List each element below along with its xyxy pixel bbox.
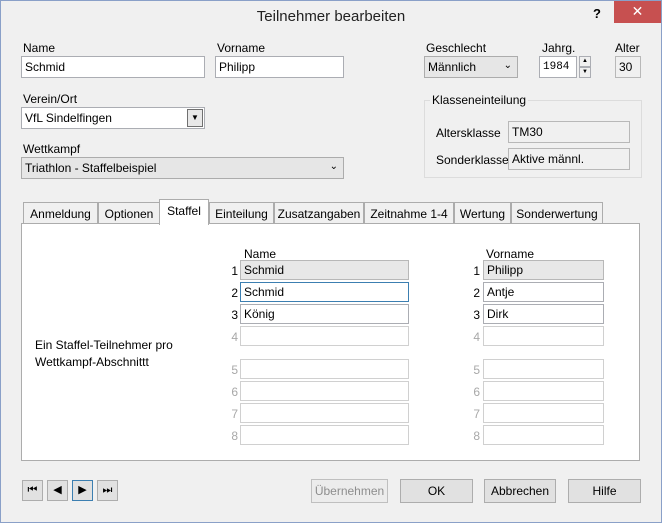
ok-button[interactable]: OK bbox=[400, 479, 473, 503]
verein-value: VfL Sindelfingen bbox=[25, 111, 112, 125]
row-number: 3 bbox=[473, 308, 480, 322]
alter-value: 30 bbox=[615, 56, 641, 78]
row-number: 5 bbox=[473, 363, 480, 377]
tab-sonderwertung[interactable]: Sonderwertung bbox=[511, 202, 603, 224]
altersklasse-value: TM30 bbox=[508, 121, 630, 143]
sonderklasse-value: Aktive männl. bbox=[508, 148, 630, 170]
tab-einteilung[interactable]: Einteilung bbox=[209, 202, 274, 224]
staffel-name-field[interactable] bbox=[240, 359, 409, 379]
abbrechen-button[interactable]: Abbrechen bbox=[484, 479, 556, 503]
dropdown-arrow-icon[interactable]: ▼ bbox=[187, 109, 203, 127]
row-number: 7 bbox=[473, 407, 480, 421]
hilfe-button[interactable]: Hilfe bbox=[568, 479, 641, 503]
vorname-label: Vorname bbox=[217, 41, 266, 55]
wettkampf-value: Triathlon - Staffelbeispiel bbox=[25, 161, 157, 175]
staffel-vorname-field[interactable] bbox=[483, 381, 604, 401]
staffel-vorname-header: Vorname bbox=[486, 247, 535, 261]
verein-label: Verein/Ort bbox=[23, 92, 78, 106]
staffel-name-field[interactable]: König bbox=[240, 304, 409, 324]
uebernehmen-button[interactable]: Übernehmen bbox=[311, 479, 388, 503]
staffel-vorname-field[interactable]: Dirk bbox=[483, 304, 604, 324]
tab-wertung[interactable]: Wertung bbox=[454, 202, 511, 224]
next-record-icon[interactable]: ▶ bbox=[72, 480, 93, 501]
first-record-icon[interactable]: ⏮ bbox=[22, 480, 43, 501]
staffel-description-line1: Ein Staffel-Teilnehmer pro bbox=[35, 338, 173, 352]
help-icon[interactable]: ? bbox=[587, 5, 607, 25]
row-number: 4 bbox=[231, 330, 238, 344]
staffel-vorname-field[interactable] bbox=[483, 403, 604, 423]
previous-record-icon[interactable]: ◀ bbox=[47, 480, 68, 501]
staffel-name-field: Schmid bbox=[240, 260, 409, 280]
row-number: 2 bbox=[473, 286, 480, 300]
staffel-name-field[interactable] bbox=[240, 425, 409, 445]
jahrg-input[interactable]: 1984 bbox=[539, 56, 577, 78]
row-number: 1 bbox=[231, 264, 238, 278]
wettkampf-select[interactable]: Triathlon - Staffelbeispiel ⌄ bbox=[21, 157, 344, 179]
klasseneinteilung-title: Klasseneinteilung bbox=[430, 93, 529, 107]
row-number: 8 bbox=[231, 429, 238, 443]
sonderklasse-label: Sonderklasse bbox=[436, 153, 509, 167]
staffel-panel: Ein Staffel-Teilnehmer pro Wettkampf-Abs… bbox=[21, 223, 640, 461]
staffel-vorname-field[interactable] bbox=[483, 425, 604, 445]
row-number: 8 bbox=[473, 429, 480, 443]
chevron-down-icon: ⌄ bbox=[503, 60, 512, 71]
staffel-name-header: Name bbox=[244, 247, 277, 261]
staffel-vorname-field[interactable] bbox=[483, 326, 604, 346]
staffel-vorname-field[interactable]: Antje bbox=[483, 282, 604, 302]
dialog-window: Teilnehmer bearbeiten ? ✕ Name Schmid Vo… bbox=[0, 0, 662, 523]
row-number: 5 bbox=[231, 363, 238, 377]
row-number: 2 bbox=[231, 286, 238, 300]
staffel-name-field[interactable] bbox=[240, 403, 409, 423]
chevron-down-icon: ⌄ bbox=[329, 161, 338, 172]
tab-zusatzangaben[interactable]: Zusatzangaben bbox=[274, 202, 364, 224]
alter-label: Alter bbox=[615, 41, 640, 55]
verein-select[interactable]: VfL Sindelfingen ▼ bbox=[21, 107, 205, 129]
staffel-vorname-field: Philipp bbox=[483, 260, 604, 280]
tab-anmeldung[interactable]: Anmeldung bbox=[23, 202, 98, 224]
staffel-description-line2: Wettkampf-Abschnittt bbox=[35, 355, 149, 369]
last-record-icon[interactable]: ⏭ bbox=[97, 480, 118, 501]
wettkampf-label: Wettkampf bbox=[23, 142, 81, 156]
name-label: Name bbox=[23, 41, 56, 55]
geschlecht-select[interactable]: Männlich ⌄ bbox=[424, 56, 518, 78]
geschlecht-label: Geschlecht bbox=[426, 41, 487, 55]
tab-optionen[interactable]: Optionen bbox=[98, 202, 160, 224]
spin-down-icon[interactable]: ▼ bbox=[579, 67, 591, 78]
vorname-input[interactable]: Philipp bbox=[215, 56, 344, 78]
staffel-name-field[interactable] bbox=[240, 381, 409, 401]
row-number: 6 bbox=[473, 385, 480, 399]
geschlecht-value: Männlich bbox=[428, 60, 477, 74]
row-number: 1 bbox=[473, 264, 480, 278]
jahrg-label: Jahrg. bbox=[542, 41, 576, 55]
title-bar[interactable]: Teilnehmer bearbeiten ? ✕ bbox=[1, 1, 661, 31]
staffel-vorname-field[interactable] bbox=[483, 359, 604, 379]
row-number: 3 bbox=[231, 308, 238, 322]
row-number: 7 bbox=[231, 407, 238, 421]
tab-zeitnahme[interactable]: Zeitnahme 1-4 bbox=[364, 202, 454, 224]
staffel-name-field[interactable]: Schmid bbox=[240, 282, 409, 302]
close-button[interactable]: ✕ bbox=[614, 1, 661, 23]
staffel-name-field[interactable] bbox=[240, 326, 409, 346]
row-number: 6 bbox=[231, 385, 238, 399]
row-number: 4 bbox=[473, 330, 480, 344]
name-input[interactable]: Schmid bbox=[21, 56, 205, 78]
tab-staffel[interactable]: Staffel bbox=[159, 199, 209, 225]
spin-up-icon[interactable]: ▲ bbox=[579, 56, 591, 67]
altersklasse-label: Altersklasse bbox=[436, 126, 501, 140]
window-title: Teilnehmer bearbeiten bbox=[256, 8, 406, 25]
